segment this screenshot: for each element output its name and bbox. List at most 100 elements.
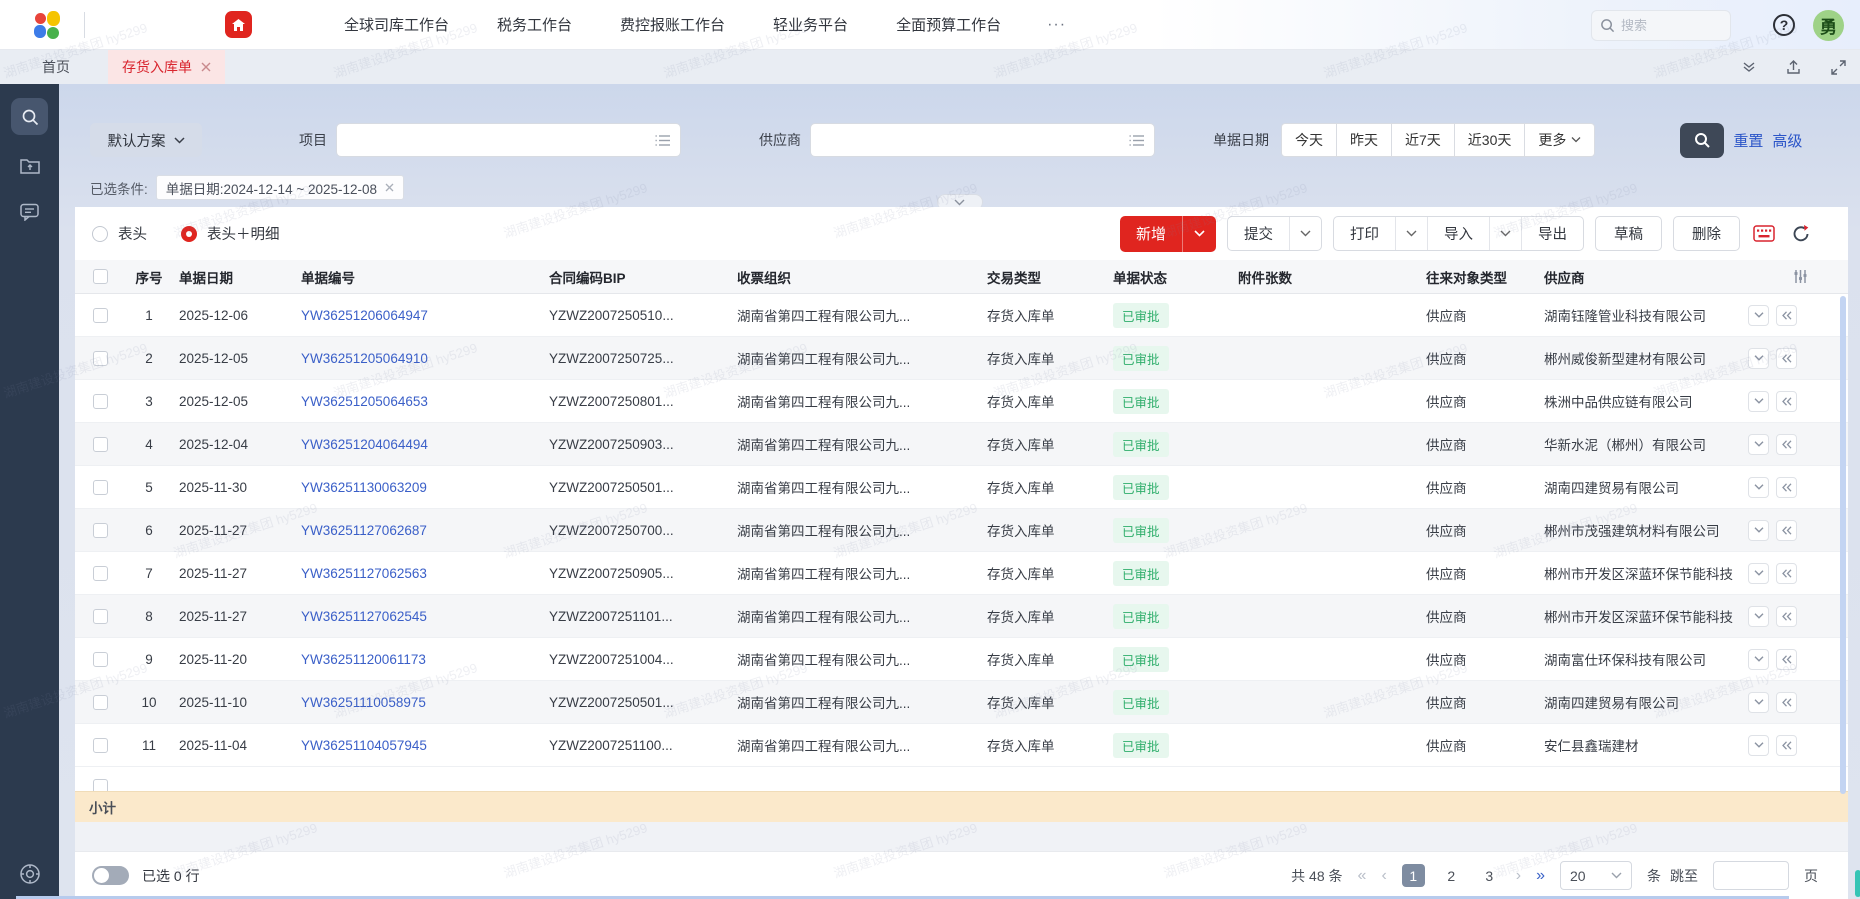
remove-tag-icon[interactable] (385, 183, 394, 192)
table-row[interactable]: 10 2025-11-10 YW36251110058975 YZWZ20072… (75, 681, 1848, 724)
row-checkbox[interactable] (93, 609, 108, 624)
share-icon[interactable] (1786, 60, 1801, 75)
date-more-button[interactable]: 更多 (1525, 123, 1595, 157)
prev-page-button[interactable]: ‹ (1381, 867, 1386, 885)
draft-button[interactable]: 草稿 (1595, 216, 1662, 251)
delete-button[interactable]: 删除 (1673, 216, 1740, 251)
row-checkbox[interactable] (93, 308, 108, 323)
row-doc-link[interactable]: YW36251127062545 (295, 609, 543, 624)
table-row[interactable]: 11 2025-11-04 YW36251104057945 YZWZ20072… (75, 724, 1848, 767)
tab-home[interactable]: 首页 (32, 50, 80, 84)
row-checkbox[interactable] (93, 394, 108, 409)
row-collapse-left-button[interactable] (1776, 692, 1797, 713)
row-checkbox[interactable] (93, 566, 108, 581)
row-expand-button[interactable] (1748, 348, 1769, 369)
collapse-tabs-icon[interactable] (1742, 62, 1756, 72)
row-doc-link[interactable]: YW36251205064910 (295, 351, 543, 366)
table-row[interactable]: 7 2025-11-27 YW36251127062563 YZWZ200725… (75, 552, 1848, 595)
sidebar-item-search[interactable] (11, 98, 48, 135)
footer-scrollbar-thumb[interactable] (1855, 870, 1860, 897)
select-toggle[interactable] (92, 866, 129, 885)
table-row[interactable]: 4 2025-12-04 YW36251204064494 YZWZ200725… (75, 423, 1848, 466)
row-checkbox[interactable] (93, 695, 108, 710)
row-doc-link[interactable]: YW36251205064653 (295, 394, 543, 409)
sidebar-item-files[interactable] (11, 151, 48, 181)
import-dropdown-button[interactable] (1489, 217, 1521, 250)
row-collapse-left-button[interactable] (1776, 305, 1797, 326)
row-expand-button[interactable] (1748, 391, 1769, 412)
global-search[interactable] (1591, 10, 1731, 41)
export-button[interactable]: 导出 (1521, 217, 1583, 250)
table-row[interactable]: 3 2025-12-05 YW36251205064653 YZWZ200725… (75, 380, 1848, 423)
row-collapse-left-button[interactable] (1776, 348, 1797, 369)
add-dropdown-button[interactable] (1182, 216, 1216, 252)
submit-button[interactable]: 提交 (1228, 217, 1289, 250)
row-doc-link[interactable]: YW36251110058975 (295, 695, 543, 710)
advanced-link[interactable]: 高级 (1772, 130, 1802, 151)
add-button[interactable]: 新增 (1120, 216, 1182, 252)
jump-page-input[interactable] (1713, 861, 1789, 890)
page-2-button[interactable]: 2 (1440, 864, 1463, 887)
tab-inventory-receipt[interactable]: 存货入库单 (108, 50, 225, 84)
row-checkbox[interactable] (93, 738, 108, 753)
first-page-button[interactable]: « (1358, 867, 1367, 885)
global-search-input[interactable] (1621, 18, 1716, 33)
row-collapse-left-button[interactable] (1776, 606, 1797, 627)
row-doc-link[interactable]: YW36251127062563 (295, 566, 543, 581)
submit-dropdown-button[interactable] (1289, 217, 1321, 250)
nav-tax-workbench[interactable]: 税务工作台 (497, 14, 572, 35)
row-expand-button[interactable] (1748, 563, 1769, 584)
row-checkbox[interactable] (93, 351, 108, 366)
row-collapse-left-button[interactable] (1776, 520, 1797, 541)
row-expand-button[interactable] (1748, 477, 1769, 498)
vertical-scrollbar[interactable] (1840, 296, 1846, 794)
row-expand-button[interactable] (1748, 305, 1769, 326)
row-expand-button[interactable] (1748, 520, 1769, 541)
list-select-icon[interactable] (1129, 134, 1144, 147)
row-collapse-left-button[interactable] (1776, 735, 1797, 756)
query-button[interactable] (1680, 123, 1724, 158)
row-expand-button[interactable] (1748, 692, 1769, 713)
shortcut-keyboard-icon[interactable] (1751, 221, 1777, 247)
page-size-select[interactable]: 20 (1560, 861, 1632, 890)
date-today-button[interactable]: 今天 (1281, 123, 1337, 157)
row-checkbox[interactable] (93, 480, 108, 495)
row-collapse-left-button[interactable] (1776, 563, 1797, 584)
list-select-icon[interactable] (655, 134, 670, 147)
nav-expense-workbench[interactable]: 费控报账工作台 (620, 14, 725, 35)
refresh-icon[interactable] (1788, 221, 1814, 247)
row-collapse-left-button[interactable] (1776, 391, 1797, 412)
fullscreen-icon[interactable] (1831, 60, 1846, 75)
date-yesterday-button[interactable]: 昨天 (1337, 123, 1392, 157)
import-button[interactable]: 导入 (1427, 217, 1489, 250)
print-button[interactable]: 打印 (1334, 217, 1395, 250)
last-page-button[interactable]: » (1536, 867, 1545, 885)
row-doc-link[interactable]: YW36251127062687 (295, 523, 543, 538)
table-row[interactable]: 5 2025-11-30 YW36251130063209 YZWZ200725… (75, 466, 1848, 509)
home-icon[interactable] (225, 11, 252, 38)
date-7days-button[interactable]: 近7天 (1392, 123, 1455, 157)
date-30days-button[interactable]: 近30天 (1455, 123, 1526, 157)
reset-link[interactable]: 重置 (1733, 130, 1763, 151)
select-all-checkbox[interactable] (93, 269, 108, 284)
row-checkbox[interactable] (93, 523, 108, 538)
row-expand-button[interactable] (1748, 649, 1769, 670)
nav-budget-workbench[interactable]: 全面预算工作台 (896, 14, 1001, 35)
radio-header-only[interactable]: 表头 (92, 223, 147, 244)
page-1-button[interactable]: 1 (1402, 864, 1425, 887)
avatar[interactable]: 勇 (1813, 10, 1844, 41)
row-checkbox[interactable] (93, 779, 108, 791)
page-3-button[interactable]: 3 (1478, 864, 1501, 887)
sidebar-item-settings[interactable] (0, 863, 59, 885)
nav-treasury-workbench[interactable]: 全球司库工作台 (344, 14, 449, 35)
row-collapse-left-button[interactable] (1776, 477, 1797, 498)
column-settings-icon[interactable] (1793, 269, 1808, 284)
scheme-select[interactable]: 默认方案 (90, 123, 202, 157)
project-input[interactable] (336, 123, 681, 157)
row-expand-button[interactable] (1748, 434, 1769, 455)
sidebar-item-messages[interactable] (11, 197, 48, 227)
radio-header-detail[interactable]: 表头＋明细 (181, 223, 280, 244)
app-logo-icon[interactable] (34, 11, 62, 39)
row-doc-link[interactable]: YW36251206064947 (295, 308, 543, 323)
row-doc-link[interactable]: YW36251130063209 (295, 480, 543, 495)
